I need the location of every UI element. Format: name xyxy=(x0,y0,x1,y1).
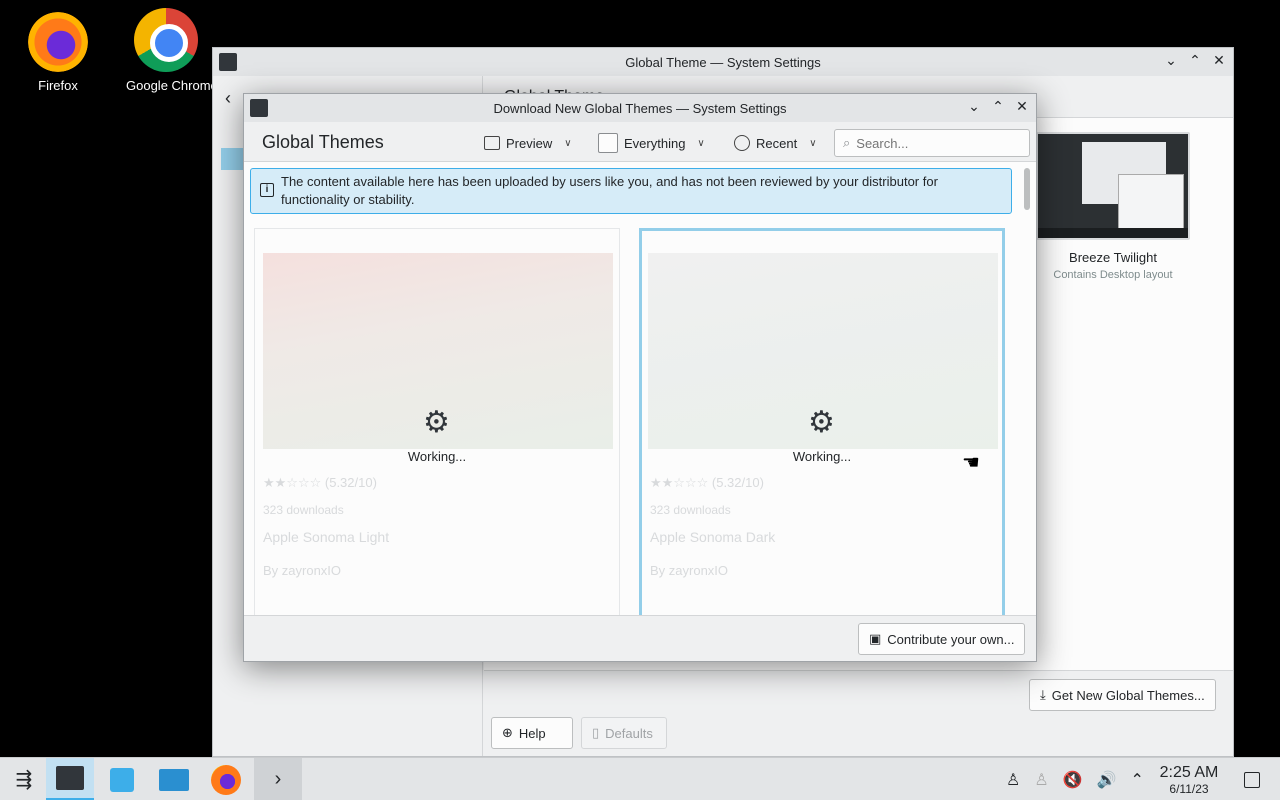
theme-subtitle: Contains Desktop layout xyxy=(1053,269,1173,281)
minimize-icon[interactable]: ⌄ xyxy=(966,98,982,115)
show-desktop-icon xyxy=(1244,771,1260,788)
taskbar-system-settings[interactable] xyxy=(46,758,94,800)
network-icon[interactable]: ♙ xyxy=(1034,770,1048,790)
theme-title: Apple Sonoma Dark xyxy=(650,529,776,545)
busy-label: Working... xyxy=(407,449,467,464)
minimize-icon[interactable]: ⌄ xyxy=(1163,52,1179,69)
rating-text: (5.32/10) xyxy=(324,475,377,490)
help-button[interactable]: ⊕ Help xyxy=(491,717,573,749)
notice-text: The content available here has been uplo… xyxy=(281,174,938,207)
taskbar-discover[interactable] xyxy=(98,758,146,800)
checkbox-icon[interactable] xyxy=(598,133,618,153)
settings-footer: ⤓ Get New Global Themes... ⊕ Help ▯ Defa… xyxy=(484,670,1233,756)
search-field[interactable]: ⌕ xyxy=(834,129,1030,157)
help-icon: ⊕ xyxy=(502,725,513,740)
document-icon: ▯ xyxy=(592,725,600,740)
filter-label: Everything xyxy=(624,135,686,151)
theme-card[interactable]: ★★☆☆☆ (5.32/10) 323 downloads Apple Sono… xyxy=(639,228,1005,616)
close-icon[interactable]: ✕ xyxy=(1014,98,1030,115)
chrome-icon xyxy=(134,8,198,72)
sidebar-item-selected[interactable] xyxy=(221,148,245,170)
rating-stars: ★★☆☆☆ (5.32/10) xyxy=(263,475,377,490)
filter-dropdown[interactable]: Everything ∨ xyxy=(598,130,705,156)
chevron-down-icon: ∨ xyxy=(809,137,817,149)
gear-icon: ⚙ xyxy=(423,406,450,439)
desktop-icon-label: Google Chrome xyxy=(126,78,212,93)
desktop-icon-label: Firefox xyxy=(38,78,78,93)
show-desktop-button[interactable] xyxy=(1244,758,1260,800)
info-notice: i The content available here has been up… xyxy=(250,168,1012,214)
theme-author: By zayronxIO xyxy=(263,563,342,578)
busy-label: Working... xyxy=(792,449,852,464)
defaults-button[interactable]: ▯ Defaults xyxy=(581,717,667,749)
theme-card[interactable]: ★★☆☆☆ (5.32/10) 323 downloads Apple Sono… xyxy=(254,228,620,616)
sort-dropdown[interactable]: Recent ∨ xyxy=(734,130,817,156)
get-new-themes-button[interactable]: ⤓ Get New Global Themes... xyxy=(1029,679,1216,711)
back-arrow-icon[interactable]: ‹ xyxy=(225,88,231,109)
maximize-icon[interactable]: ⌃ xyxy=(1187,52,1203,69)
search-input[interactable] xyxy=(856,135,1007,151)
user-icon[interactable]: ♙ xyxy=(1006,770,1020,790)
application-launcher-icon[interactable]: ⇶ xyxy=(0,758,48,800)
theme-author: By zayronxIO xyxy=(650,563,729,578)
contribute-label: Contribute your own... xyxy=(887,631,1015,647)
info-icon: i xyxy=(260,183,274,197)
clock-icon xyxy=(734,135,750,151)
dialog-titlebar[interactable]: Download New Global Themes — System Sett… xyxy=(244,94,1036,122)
maximize-icon[interactable]: ⌃ xyxy=(990,98,1006,115)
window-titlebar[interactable]: Global Theme — System Settings ⌄ ⌃ ✕ xyxy=(213,48,1233,76)
window-title: Global Theme — System Settings xyxy=(625,54,821,70)
chevron-up-icon[interactable]: ⌃ xyxy=(1131,770,1144,790)
clock[interactable]: 2:25 AM 6/11/23 xyxy=(1156,764,1222,796)
rating-stars: ★★☆☆☆ (5.32/10) xyxy=(650,475,764,490)
taskbar: ⇶ › ♙ ♙ 🔇 🔊 ⌃ 2:25 AM 6/11/23 xyxy=(0,757,1280,800)
shopping-bag-icon xyxy=(110,767,134,792)
download-icon: ⤓ xyxy=(1040,687,1046,702)
download-count: 323 downloads xyxy=(263,503,344,517)
system-tray: ♙ ♙ 🔇 🔊 ⌃ xyxy=(1006,758,1144,800)
themes-grid: i The content available here has been up… xyxy=(244,162,1036,616)
taskbar-app[interactable]: › xyxy=(254,758,302,800)
launcher-arrow-icon: › xyxy=(274,768,282,790)
help-label: Help xyxy=(518,725,546,741)
taskbar-files[interactable] xyxy=(150,758,198,800)
taskbar-firefox[interactable] xyxy=(202,758,250,800)
clock-time: 2:25 AM xyxy=(1159,764,1219,781)
contribute-button[interactable]: ▣ Contribute your own... xyxy=(858,623,1026,655)
firefox-icon xyxy=(28,12,88,72)
close-icon[interactable]: ✕ xyxy=(1211,52,1227,69)
theme-name: Breeze Twilight xyxy=(1069,250,1157,265)
download-count: 323 downloads xyxy=(650,503,731,517)
microphone-muted-icon[interactable]: 🔇 xyxy=(1063,770,1083,790)
preview-label: Preview xyxy=(506,135,553,151)
sort-label: Recent xyxy=(756,135,798,151)
image-add-icon: ▣ xyxy=(869,631,882,646)
rating-text: (5.32/10) xyxy=(711,475,764,490)
chevron-down-icon: ∨ xyxy=(697,137,705,149)
preview-dropdown[interactable]: Preview ∨ xyxy=(484,130,572,156)
search-icon: ⌕ xyxy=(843,135,851,150)
theme-title: Apple Sonoma Light xyxy=(263,529,390,545)
get-new-themes-label: Get New Global Themes... xyxy=(1051,687,1205,703)
download-themes-dialog: Download New Global Themes — System Sett… xyxy=(243,93,1037,662)
theme-thumbnail[interactable] xyxy=(1036,132,1190,240)
clock-date: 6/11/23 xyxy=(1169,782,1209,796)
image-icon xyxy=(484,136,500,150)
desktop-icon-firefox[interactable]: Firefox xyxy=(3,12,113,93)
chevron-down-icon: ∨ xyxy=(564,137,572,149)
settings-app-icon xyxy=(250,99,268,117)
dialog-heading: Global Themes xyxy=(262,132,384,152)
gear-icon: ⚙ xyxy=(808,406,835,439)
dialog-footer: ▣ Contribute your own... xyxy=(244,615,1036,661)
scrollbar[interactable] xyxy=(1024,168,1030,210)
desktop-icon-chrome[interactable]: Google Chrome xyxy=(120,8,212,93)
mouse-cursor-icon: ☚ xyxy=(962,452,980,474)
firefox-icon xyxy=(211,764,241,795)
settings-icon xyxy=(56,766,84,790)
defaults-label: Defaults xyxy=(605,725,653,741)
volume-icon[interactable]: 🔊 xyxy=(1097,770,1117,790)
folder-icon xyxy=(159,768,189,791)
dialog-title: Download New Global Themes — System Sett… xyxy=(493,100,787,116)
settings-app-icon xyxy=(219,53,237,71)
